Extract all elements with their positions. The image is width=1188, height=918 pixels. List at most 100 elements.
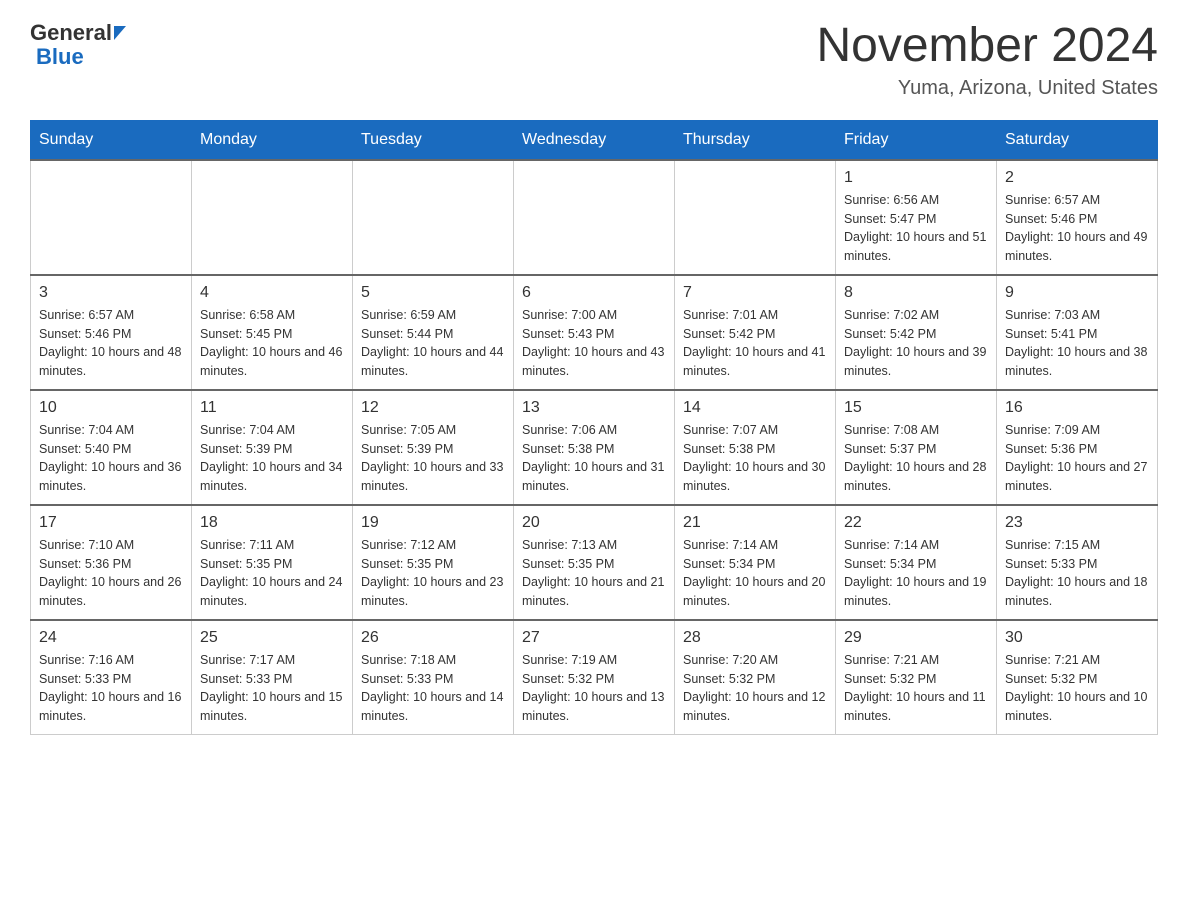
logo-general-text: General — [30, 20, 112, 46]
calendar-cell — [192, 160, 353, 275]
day-number: 13 — [522, 399, 666, 417]
calendar-cell: 24Sunrise: 7:16 AM Sunset: 5:33 PM Dayli… — [31, 620, 192, 735]
day-info: Sunrise: 7:04 AM Sunset: 5:39 PM Dayligh… — [200, 421, 344, 496]
day-info: Sunrise: 7:18 AM Sunset: 5:33 PM Dayligh… — [361, 651, 505, 726]
calendar-header-wednesday: Wednesday — [514, 120, 675, 160]
day-info: Sunrise: 6:59 AM Sunset: 5:44 PM Dayligh… — [361, 306, 505, 381]
calendar-cell: 23 Sunrise: 7:15 AM Sunset: 5:33 PM Dayli… — [997, 505, 1158, 620]
calendar-cell — [31, 160, 192, 275]
day-info: Sunrise: 7:14 AM Sunset: 5:34 PM Dayligh… — [683, 536, 827, 611]
calendar-week-row-3: 10Sunrise: 7:04 AM Sunset: 5:40 PM Dayli… — [31, 390, 1158, 505]
calendar-cell: 15Sunrise: 7:08 AM Sunset: 5:37 PM Dayli… — [836, 390, 997, 505]
day-info: Sunrise: 7:00 AM Sunset: 5:43 PM Dayligh… — [522, 306, 666, 381]
calendar-cell: 4Sunrise: 6:58 AM Sunset: 5:45 PM Daylig… — [192, 275, 353, 390]
day-info: Sunrise: 7:05 AM Sunset: 5:39 PM Dayligh… — [361, 421, 505, 496]
day-info: Sunrise: 7:21 AM Sunset: 5:32 PM Dayligh… — [1005, 651, 1149, 726]
title-section: November 2024 Yuma, Arizona, United Stat… — [816, 20, 1158, 100]
calendar-cell: 3Sunrise: 6:57 AM Sunset: 5:46 PM Daylig… — [31, 275, 192, 390]
logo-blue-text: Blue — [30, 44, 126, 70]
day-info: Sunrise: 7:03 AM Sunset: 5:41 PM Dayligh… — [1005, 306, 1149, 381]
day-number: 26 — [361, 629, 505, 647]
calendar-cell: 22 Sunrise: 7:14 AM Sunset: 5:34 PM Dayli… — [836, 505, 997, 620]
calendar-cell: 29 Sunrise: 7:21 AM Sunset: 5:32 PM Dayli… — [836, 620, 997, 735]
day-info: Sunrise: 6:57 AM Sunset: 5:46 PM Dayligh… — [1005, 191, 1149, 266]
logo-arrow-icon — [114, 26, 126, 40]
calendar-cell: 20Sunrise: 7:13 AM Sunset: 5:35 PM Dayli… — [514, 505, 675, 620]
calendar-week-row-4: 17 Sunrise: 7:10 AM Sunset: 5:36 PM Dayli… — [31, 505, 1158, 620]
calendar-cell: 9 Sunrise: 7:03 AM Sunset: 5:41 PM Daylig… — [997, 275, 1158, 390]
day-info: Sunrise: 7:10 AM Sunset: 5:36 PM Dayligh… — [39, 536, 183, 611]
day-number: 17 — [39, 514, 183, 532]
day-number: 16 — [1005, 399, 1149, 417]
day-number: 9 — [1005, 284, 1149, 302]
calendar-header-thursday: Thursday — [675, 120, 836, 160]
day-info: Sunrise: 7:14 AM Sunset: 5:34 PM Dayligh… — [844, 536, 988, 611]
day-info: Sunrise: 7:02 AM Sunset: 5:42 PM Dayligh… — [844, 306, 988, 381]
day-number: 2 — [1005, 169, 1149, 187]
calendar-cell — [514, 160, 675, 275]
calendar-header-friday: Friday — [836, 120, 997, 160]
calendar-header-sunday: Sunday — [31, 120, 192, 160]
day-number: 3 — [39, 284, 183, 302]
location-subtitle: Yuma, Arizona, United States — [816, 77, 1158, 100]
calendar-cell: 1Sunrise: 6:56 AM Sunset: 5:47 PM Daylig… — [836, 160, 997, 275]
day-info: Sunrise: 7:17 AM Sunset: 5:33 PM Dayligh… — [200, 651, 344, 726]
calendar-cell: 8 Sunrise: 7:02 AM Sunset: 5:42 PM Daylig… — [836, 275, 997, 390]
day-info: Sunrise: 7:21 AM Sunset: 5:32 PM Dayligh… — [844, 651, 988, 726]
calendar-cell: 27 Sunrise: 7:19 AM Sunset: 5:32 PM Dayli… — [514, 620, 675, 735]
day-info: Sunrise: 7:11 AM Sunset: 5:35 PM Dayligh… — [200, 536, 344, 611]
day-info: Sunrise: 7:09 AM Sunset: 5:36 PM Dayligh… — [1005, 421, 1149, 496]
calendar-cell: 18 Sunrise: 7:11 AM Sunset: 5:35 PM Dayli… — [192, 505, 353, 620]
calendar-cell: 2 Sunrise: 6:57 AM Sunset: 5:46 PM Daylig… — [997, 160, 1158, 275]
calendar-cell: 19 Sunrise: 7:12 AM Sunset: 5:35 PM Dayli… — [353, 505, 514, 620]
calendar-cell: 10Sunrise: 7:04 AM Sunset: 5:40 PM Dayli… — [31, 390, 192, 505]
calendar-header-saturday: Saturday — [997, 120, 1158, 160]
calendar-cell: 13 Sunrise: 7:06 AM Sunset: 5:38 PM Dayli… — [514, 390, 675, 505]
calendar-table: SundayMondayTuesdayWednesdayThursdayFrid… — [30, 120, 1158, 736]
page-header: General Blue November 2024 Yuma, Arizona… — [30, 20, 1158, 100]
calendar-cell: 21 Sunrise: 7:14 AM Sunset: 5:34 PM Dayli… — [675, 505, 836, 620]
day-number: 20 — [522, 514, 666, 532]
day-number: 4 — [200, 284, 344, 302]
day-number: 5 — [361, 284, 505, 302]
calendar-cell: 26 Sunrise: 7:18 AM Sunset: 5:33 PM Dayli… — [353, 620, 514, 735]
day-number: 28 — [683, 629, 827, 647]
day-number: 11 — [200, 399, 344, 417]
day-number: 27 — [522, 629, 666, 647]
day-number: 6 — [522, 284, 666, 302]
day-info: Sunrise: 7:15 AM Sunset: 5:33 PM Dayligh… — [1005, 536, 1149, 611]
day-number: 10 — [39, 399, 183, 417]
calendar-cell: 5 Sunrise: 6:59 AM Sunset: 5:44 PM Daylig… — [353, 275, 514, 390]
calendar-cell: 11 Sunrise: 7:04 AM Sunset: 5:39 PM Dayli… — [192, 390, 353, 505]
day-number: 18 — [200, 514, 344, 532]
calendar-cell: 6 Sunrise: 7:00 AM Sunset: 5:43 PM Daylig… — [514, 275, 675, 390]
day-number: 29 — [844, 629, 988, 647]
day-info: Sunrise: 6:56 AM Sunset: 5:47 PM Dayligh… — [844, 191, 988, 266]
day-number: 14 — [683, 399, 827, 417]
day-number: 30 — [1005, 629, 1149, 647]
calendar-header-tuesday: Tuesday — [353, 120, 514, 160]
calendar-cell: 16 Sunrise: 7:09 AM Sunset: 5:36 PM Dayli… — [997, 390, 1158, 505]
calendar-cell: 25 Sunrise: 7:17 AM Sunset: 5:33 PM Dayli… — [192, 620, 353, 735]
month-title: November 2024 — [816, 20, 1158, 73]
day-info: Sunrise: 7:19 AM Sunset: 5:32 PM Dayligh… — [522, 651, 666, 726]
day-number: 7 — [683, 284, 827, 302]
day-number: 15 — [844, 399, 988, 417]
day-number: 22 — [844, 514, 988, 532]
day-number: 8 — [844, 284, 988, 302]
calendar-cell: 30 Sunrise: 7:21 AM Sunset: 5:32 PM Dayli… — [997, 620, 1158, 735]
calendar-cell: 12 Sunrise: 7:05 AM Sunset: 5:39 PM Dayli… — [353, 390, 514, 505]
day-number: 23 — [1005, 514, 1149, 532]
day-info: Sunrise: 7:06 AM Sunset: 5:38 PM Dayligh… — [522, 421, 666, 496]
day-number: 25 — [200, 629, 344, 647]
day-info: Sunrise: 7:01 AM Sunset: 5:42 PM Dayligh… — [683, 306, 827, 381]
calendar-cell: 14Sunrise: 7:07 AM Sunset: 5:38 PM Dayli… — [675, 390, 836, 505]
day-number: 21 — [683, 514, 827, 532]
day-number: 19 — [361, 514, 505, 532]
calendar-week-row-2: 3Sunrise: 6:57 AM Sunset: 5:46 PM Daylig… — [31, 275, 1158, 390]
day-info: Sunrise: 7:16 AM Sunset: 5:33 PM Dayligh… — [39, 651, 183, 726]
calendar-header-row: SundayMondayTuesdayWednesdayThursdayFrid… — [31, 120, 1158, 160]
calendar-header-monday: Monday — [192, 120, 353, 160]
day-info: Sunrise: 7:12 AM Sunset: 5:35 PM Dayligh… — [361, 536, 505, 611]
day-number: 12 — [361, 399, 505, 417]
